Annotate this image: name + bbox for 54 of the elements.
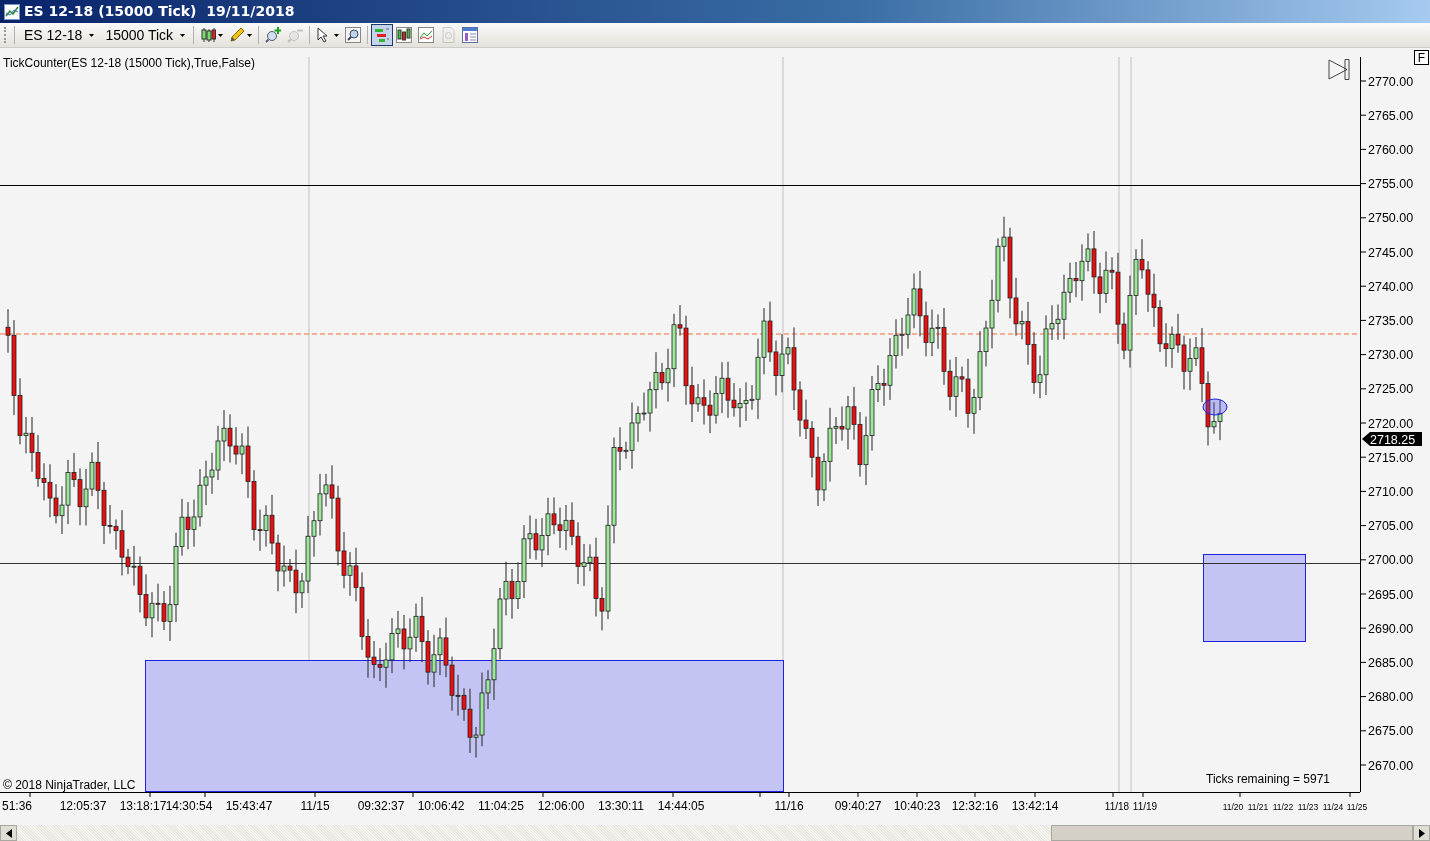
time-axis-label: 11/20 (1222, 802, 1244, 812)
indicator-label: TickCounter(ES 12-18 (15000 Tick),True,False) (3, 56, 255, 70)
price-axis-label: 2670.00 (1368, 758, 1414, 773)
time-axis-label: 12:05:37 (59, 799, 107, 813)
price-axis-label: 2760.00 (1368, 142, 1414, 157)
price-axis-label: 2710.00 (1368, 484, 1414, 499)
time-axis-label: 13:18:17 (119, 799, 167, 813)
price-axis-label: 2740.00 (1368, 279, 1414, 294)
time-axis-label: 51:36 (2, 799, 33, 813)
price-axis-label: 2725.00 (1368, 382, 1414, 397)
time-axis-label: 11/15 (300, 799, 330, 813)
price-axis-label: 2715.00 (1368, 450, 1414, 465)
price-axis-label: 2765.00 (1368, 108, 1414, 123)
instrument-dropdown[interactable]: ES 12-18 (18, 24, 100, 46)
time-axis-label: 12:32:16 (951, 799, 999, 813)
price-axis-label: 2745.00 (1368, 245, 1414, 260)
price-axis-label: 2705.00 (1368, 519, 1414, 534)
time-axis-label: 11/16 (774, 799, 804, 813)
time-axis-label: 09:32:37 (357, 799, 405, 813)
time-axis-label: 11/25 (1346, 802, 1368, 812)
time-axis-label: 13:30:11 (598, 799, 644, 813)
price-axis-label: 2685.00 (1368, 655, 1414, 670)
time-axis-label: 11:04:25 (478, 799, 524, 813)
time-axis-label: 11/24 (1322, 802, 1344, 812)
time-axis-label: 10:40:23 (893, 799, 941, 813)
ticks-remaining-label: Ticks remaining = 5971 (1206, 772, 1330, 786)
time-axis-label: 11/19 (1132, 801, 1158, 812)
time-axis-label: 15:43:47 (225, 799, 273, 813)
price-axis-label: 2675.00 (1368, 724, 1414, 739)
time-axis-label: 11/18 (1104, 801, 1130, 812)
time-axis-label: 12:06:00 (537, 799, 585, 813)
price-axis-label: 2695.00 (1368, 587, 1414, 602)
time-axis-label: 14:30:54 (165, 799, 213, 813)
time-axis-label: 10:06:42 (417, 799, 465, 813)
time-axis-label: 13:42:14 (1011, 799, 1059, 813)
instrument-dropdown[interactable]: 15000 Tick (99, 24, 191, 46)
window-title: ES 12-18 (15000 Tick) 19/11/2018 (24, 2, 295, 21)
time-axis-label: 14:44:05 (657, 799, 705, 813)
time-axis-label: 09:40:27 (834, 799, 882, 813)
price-axis-label: 2690.00 (1368, 621, 1414, 636)
price-axis-label: 2770.00 (1368, 74, 1414, 89)
price-axis-label: 2750.00 (1368, 211, 1414, 226)
price-axis-label: 2735.00 (1368, 313, 1414, 328)
price-axis-label: 2755.00 (1368, 177, 1414, 192)
price-axis-label: 2720.00 (1368, 416, 1414, 431)
current-price-tag: 2718.25 (1362, 432, 1422, 447)
price-axis-label: 2680.00 (1368, 690, 1414, 705)
scale-mode-button[interactable]: F (1414, 50, 1429, 65)
price-axis-label: 2730.00 (1368, 348, 1414, 363)
time-axis-label: 11/21 (1247, 802, 1269, 812)
price-axis-label: 2700.00 (1368, 553, 1414, 568)
time-axis-label: 11/22 (1272, 802, 1294, 812)
copyright-text: © 2018 NinjaTrader, LLC (3, 778, 136, 792)
time-axis-label: 11/23 (1297, 802, 1319, 812)
